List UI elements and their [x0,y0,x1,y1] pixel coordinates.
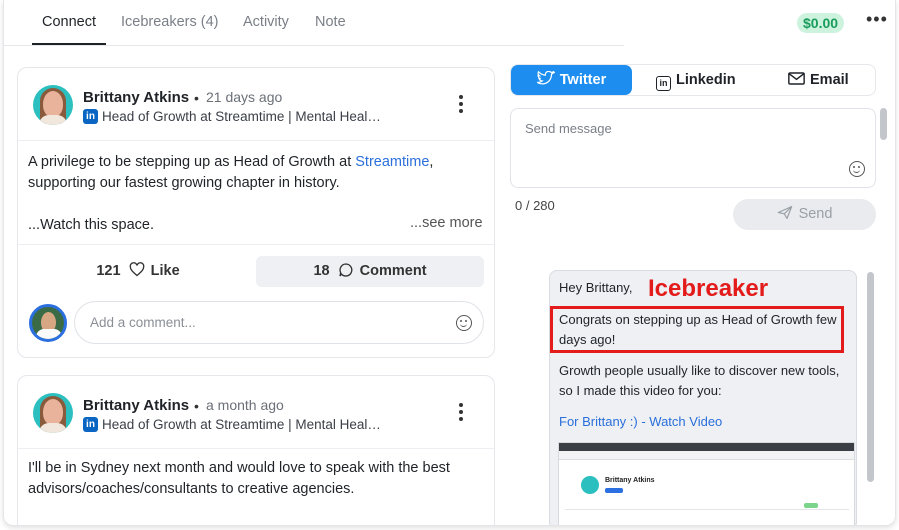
greeting-text: Hey Brittany, [559,280,633,295]
tab-twitter-label: Twitter [559,72,607,88]
post-menu-icon[interactable] [459,403,465,424]
twitter-icon [536,70,556,85]
icebreaker-line: days ago! [559,332,616,347]
tab-icebreakers[interactable]: Icebreakers (4) [121,14,219,30]
tab-activity[interactable]: Activity [243,14,289,30]
author-headline: Head of Growth at Streamtime | Mental He… [102,109,381,124]
divider [18,140,494,141]
separator-dot: • [194,90,199,106]
emoji-icon[interactable] [849,161,865,177]
icebreaker-annotation: Icebreaker [648,275,769,302]
message-placeholder: Send message [525,121,612,136]
avatar [581,476,599,494]
send-label: Send [798,206,833,222]
author-name[interactable]: Brittany Atkins [83,397,189,414]
comment-count: 18 [313,263,330,279]
tab-twitter[interactable]: Twitter [511,65,632,95]
tab-bar: Connect Icebreakers (4) Activity Note [4,0,624,46]
separator-dot: • [194,398,199,414]
icebreaker-line: Congrats on stepping up as Head of Growt… [559,312,837,327]
tab-connect[interactable]: Connect [42,14,96,30]
icebreaker-text: Congrats on stepping up as Head of Growt… [559,310,837,350]
comment-placeholder: Add a comment... [90,315,196,330]
message-text: Growth people usually like to discover n… [559,361,839,401]
post-text: advisors/coaches/consultants to creative… [28,481,355,497]
mail-icon [788,72,805,85]
like-label: Like [150,263,180,279]
send-button[interactable]: Send [733,199,876,230]
scrollbar[interactable] [867,272,874,482]
channel-selector: Twitter in Linkedin Email [510,64,876,96]
comment-button[interactable]: 18 Comment [256,256,484,287]
emoji-icon[interactable] [456,315,472,331]
video-thumbnail[interactable]: Brittany Atkins [558,442,855,525]
comment-icon [338,263,353,277]
post-time: 21 days ago [206,89,283,105]
tab-note[interactable]: Note [315,14,346,30]
tab-linkedin[interactable]: in Linkedin [656,65,736,95]
comment-label: Comment [359,263,427,279]
comment-input[interactable]: Add a comment... [74,301,484,344]
tab-linkedin-label: Linkedin [676,72,736,88]
avatar[interactable] [33,85,73,125]
scrollbar[interactable] [880,108,887,140]
post-body: A privilege to be stepping up as Head of… [28,152,488,194]
post-card: Brittany Atkins • a month ago in Head of… [17,375,495,525]
divider [18,244,494,245]
more-options-icon[interactable]: ••• [866,9,888,30]
post-text: , [429,154,434,170]
linkedin-icon: in [656,76,671,91]
active-tab-indicator [32,43,106,45]
like-count: 121 [96,263,121,279]
icebreaker-message: Hey Brittany, Icebreaker Congrats on ste… [549,270,857,525]
company-link[interactable]: Streamtime [355,154,429,170]
thumbnail-name: Brittany Atkins [605,477,655,484]
message-line: so I made this video for you: [559,383,722,398]
video-link[interactable]: For Brittany :) - Watch Video [559,412,722,432]
avatar [29,304,67,342]
tab-email[interactable]: Email [788,65,849,95]
tab-email-label: Email [810,72,849,88]
send-icon [777,205,792,220]
post-menu-icon[interactable] [459,95,465,116]
linkedin-icon: in [83,417,98,432]
author-name[interactable]: Brittany Atkins [83,89,189,106]
message-line: Growth people usually like to discover n… [559,363,840,378]
character-counter: 0 / 280 [515,198,555,213]
author-headline: Head of Growth at Streamtime | Mental He… [102,417,381,432]
post-card: Brittany Atkins • 21 days ago in Head of… [17,67,495,358]
linkedin-icon: in [83,109,98,124]
post-text: I'll be in Sydney next month and would l… [28,460,450,476]
post-text: supporting our fastest growing chapter i… [28,175,340,191]
contact-panel: Connect Icebreakers (4) Activity Note $0… [3,0,896,526]
divider [18,448,494,449]
see-more-link[interactable]: ...see more [410,215,483,231]
post-body: I'll be in Sydney next month and would l… [28,458,488,500]
heart-icon [129,262,144,277]
like-button[interactable]: 121 Like [28,256,248,287]
avatar[interactable] [33,393,73,433]
post-time: a month ago [206,397,284,413]
credit-badge: $0.00 [797,13,845,33]
post-text: A privilege to be stepping up as Head of… [28,154,356,170]
message-input[interactable]: Send message [510,108,876,188]
